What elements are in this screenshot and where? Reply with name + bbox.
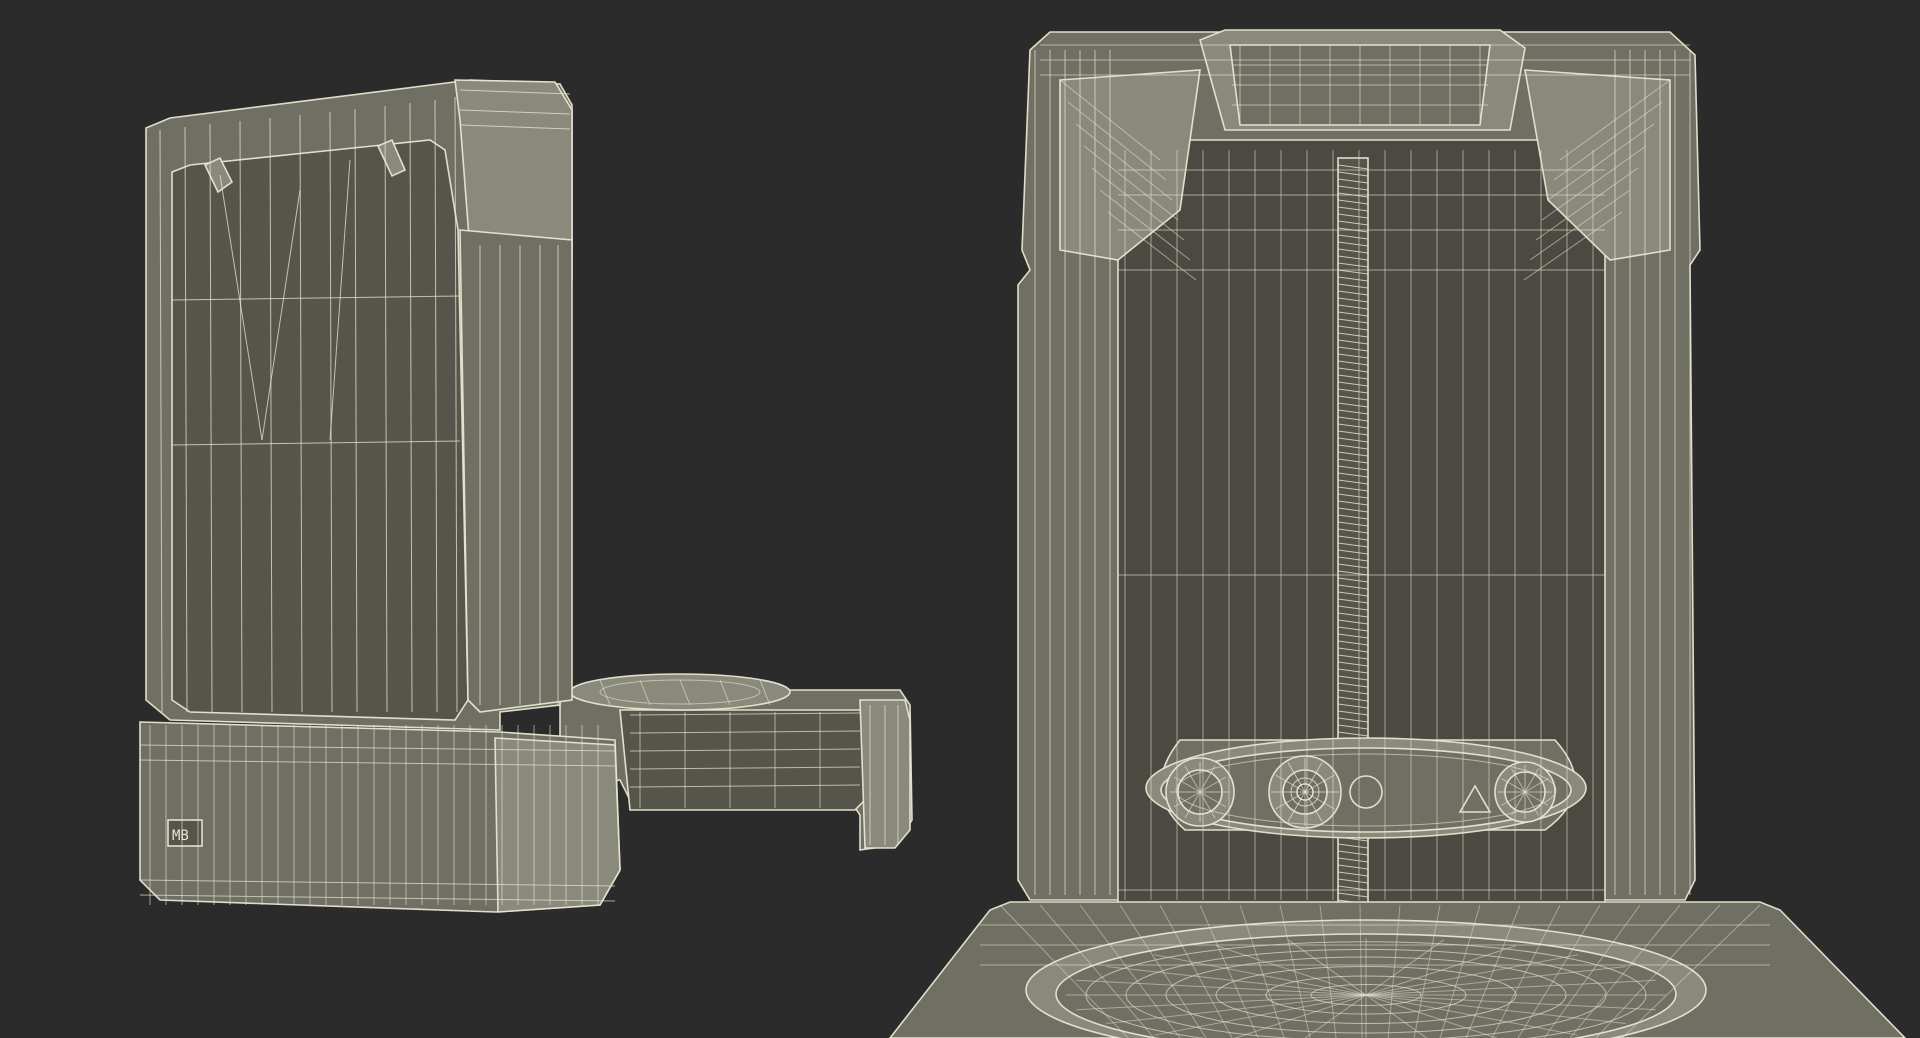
side-body	[139, 79, 621, 913]
circle-symbol	[1349, 775, 1383, 809]
side-view-scanner: MB	[139, 79, 913, 913]
brand-logo-text: MB	[172, 828, 189, 844]
turntable-disk	[569, 673, 791, 711]
wireframe-render: MB	[139, 29, 1907, 1038]
front-view-scanner	[888, 29, 1907, 1038]
control-carriage	[1145, 737, 1587, 839]
wireframe-render-scene: MB	[0, 0, 1920, 1038]
